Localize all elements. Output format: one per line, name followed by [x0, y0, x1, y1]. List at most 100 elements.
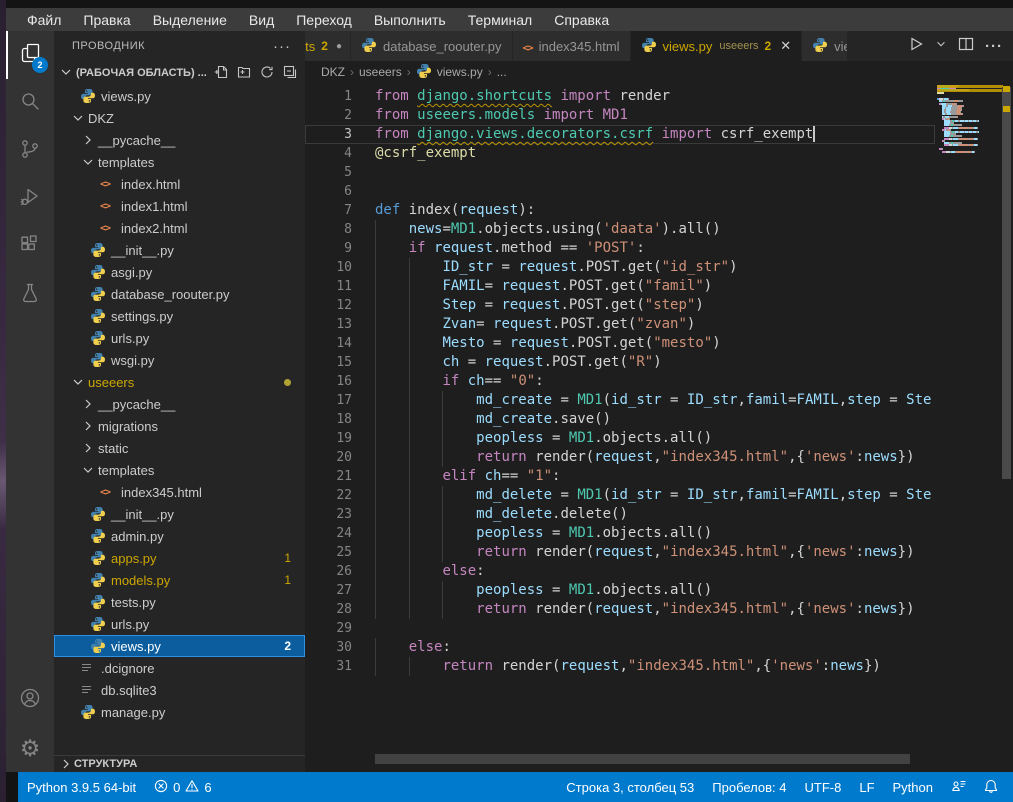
tree-item-index.html[interactable]: <>index.html — [54, 173, 305, 195]
refresh-icon[interactable] — [260, 65, 274, 82]
tree-item-views.py[interactable]: views.py — [54, 85, 305, 107]
eol-item[interactable]: LF — [850, 780, 883, 795]
menu-item-Выделение[interactable]: Выделение — [142, 12, 238, 28]
activitybar-settings[interactable]: ⚙ — [6, 724, 54, 772]
menu-item-Переход[interactable]: Переход — [285, 12, 363, 28]
new-folder-icon[interactable] — [237, 65, 251, 82]
run-dropdown-chevron-icon[interactable] — [935, 37, 947, 55]
indentation-item[interactable]: Пробелов: 4 — [703, 780, 795, 795]
tree-item-db.sqlite3[interactable]: db.sqlite3 — [54, 679, 305, 701]
tree-item-__init__.py[interactable]: __init__.py — [54, 503, 305, 525]
code-token: ,{ — [754, 658, 771, 674]
code-text: peopless = MD1.objects.all() — [375, 524, 712, 543]
close-icon[interactable]: ✕ — [780, 38, 791, 54]
activitybar-search[interactable] — [6, 79, 54, 127]
tree-item-asgi.py[interactable]: asgi.py — [54, 261, 305, 283]
new-file-icon[interactable] — [214, 65, 228, 82]
menu-item-Выполнить[interactable]: Выполнить — [363, 12, 457, 28]
activitybar-run-debug[interactable] — [6, 175, 54, 223]
tree-item-urls.py[interactable]: urls.py — [54, 327, 305, 349]
run-button[interactable] — [908, 36, 924, 57]
minimap-token — [974, 151, 975, 153]
tree-item-database_roouter.py[interactable]: database_roouter.py — [54, 283, 305, 305]
menu-item-Правка[interactable]: Правка — [72, 12, 141, 28]
vertical-scrollbar-thumb[interactable] — [1002, 87, 1011, 479]
language-mode-item[interactable]: Python — [884, 780, 942, 795]
tree-item-.dcignore[interactable]: .dcignore — [54, 657, 305, 679]
indent-guide — [375, 315, 376, 334]
tree-item-static[interactable]: static — [54, 437, 305, 459]
tree-item-views.py[interactable]: views.py2 — [54, 635, 305, 657]
python-icon — [90, 308, 109, 324]
code-token — [375, 601, 476, 617]
minimap-token — [956, 151, 965, 153]
tab-views.py[interactable]: views.pyuseeers2✕ — [631, 31, 803, 61]
tree-item-tests.py[interactable]: tests.py — [54, 591, 305, 613]
breadcrumb-part[interactable]: views.py — [437, 65, 483, 79]
code-line: 22 md_delete = MD1(id_str = ID_str,famil… — [305, 486, 935, 505]
menu-item-Вид[interactable]: Вид — [238, 12, 285, 28]
cursor-position-item[interactable]: Строка 3, столбец 53 — [557, 780, 703, 795]
tree-item-index345.html[interactable]: <>index345.html — [54, 481, 305, 503]
tab-index345.html[interactable]: <>index345.html — [513, 31, 631, 61]
feedback-item[interactable] — [942, 779, 975, 796]
tree-item-index2.html[interactable]: <>index2.html — [54, 217, 305, 239]
chevron-down-icon — [70, 110, 86, 126]
more-actions-icon[interactable]: ··· — [985, 38, 1003, 55]
tree-item-models.py[interactable]: models.py1 — [54, 569, 305, 591]
tree-item-manage.py[interactable]: manage.py — [54, 701, 305, 723]
tree-item-wsgi.py[interactable]: wsgi.py — [54, 349, 305, 371]
menu-item-Терминал[interactable]: Терминал — [457, 12, 543, 28]
interpreter-label: Python 3.9.5 64-bit — [27, 780, 136, 795]
collapse-all-icon[interactable] — [283, 65, 297, 82]
horizontal-scrollbar-thumb[interactable] — [375, 754, 910, 764]
activitybar-source-control[interactable] — [6, 127, 54, 175]
code-token: }) — [898, 544, 915, 560]
activitybar-explorer[interactable]: 2 — [6, 31, 54, 79]
encoding-item[interactable]: UTF-8 — [796, 780, 851, 795]
sidebar-more-actions[interactable]: ··· — [273, 38, 291, 55]
tree-item-__pycache__[interactable]: __pycache__ — [54, 393, 305, 415]
notifications-item[interactable] — [975, 779, 1007, 796]
problems-item[interactable]: 0 6 — [145, 779, 220, 796]
activitybar-testing[interactable] — [6, 271, 54, 319]
menu-item-Справка[interactable]: Справка — [543, 12, 620, 28]
minimap-token — [978, 120, 980, 122]
tree-item-urls.py[interactable]: urls.py — [54, 613, 305, 635]
workspace-section-header[interactable]: (РАБОЧАЯ ОБЛАСТЬ) ... — [54, 61, 305, 85]
breadcrumb-part[interactable]: useeers — [359, 65, 402, 79]
tree-item-templates[interactable]: templates — [54, 459, 305, 481]
tab-vie[interactable]: vie — [802, 31, 848, 61]
tree-item-useeers[interactable]: useeers — [54, 371, 305, 393]
menu-item-Файл[interactable]: Файл — [16, 12, 72, 28]
python-icon — [80, 88, 99, 104]
explorer-badge: 2 — [32, 57, 48, 73]
outline-section-header[interactable]: СТРУКТУРА — [54, 755, 305, 772]
overview-warning-mark — [1003, 106, 1010, 112]
breadcrumb-part[interactable]: ... — [497, 65, 507, 79]
tree-item-migrations[interactable]: migrations — [54, 415, 305, 437]
tree-item-DKZ[interactable]: DKZ — [54, 107, 305, 129]
code-token: "famil" — [645, 278, 704, 294]
python-interpreter-item[interactable]: Python 3.9.5 64-bit — [18, 780, 145, 795]
tree-item-__pycache__[interactable]: __pycache__ — [54, 129, 305, 151]
breadcrumb[interactable]: DKZ›useeers›views.py›... — [305, 61, 1013, 83]
split-editor-icon[interactable] — [958, 36, 974, 57]
tree-item-settings.py[interactable]: settings.py — [54, 305, 305, 327]
tab-diiits[interactable]: diiits2● — [305, 31, 351, 61]
tree-item-apps.py[interactable]: apps.py1 — [54, 547, 305, 569]
python-icon — [416, 63, 432, 82]
breadcrumb-part[interactable]: DKZ — [321, 65, 345, 79]
line-number: 11 — [305, 277, 375, 296]
vertical-scrollbar[interactable] — [1000, 83, 1013, 772]
activitybar-account[interactable] — [6, 676, 54, 724]
code-editor[interactable]: 1from django.shortcuts import render2fro… — [305, 83, 1013, 772]
tree-item-index1.html[interactable]: <>index1.html — [54, 195, 305, 217]
tree-item-__init__.py[interactable]: __init__.py — [54, 239, 305, 261]
tree-item-templates[interactable]: templates — [54, 151, 305, 173]
tab-database_roouter.py[interactable]: database_roouter.py — [351, 31, 513, 61]
activitybar-extensions[interactable] — [6, 223, 54, 271]
tree-item-label: models.py — [111, 573, 170, 588]
tree-item-admin.py[interactable]: admin.py — [54, 525, 305, 547]
minimap[interactable] — [937, 85, 1003, 153]
